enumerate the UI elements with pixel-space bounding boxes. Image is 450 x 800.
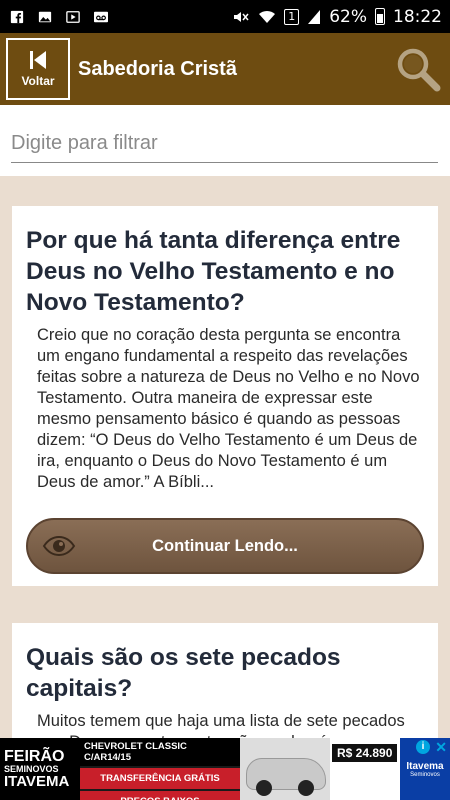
continue-reading-label: Continuar Lendo...	[152, 536, 298, 555]
article-title: Quais são os sete pecados capitais?	[26, 644, 341, 702]
app-bar: Voltar Sabedoria Cristã	[0, 33, 450, 105]
sim-icon: 1	[284, 8, 300, 25]
mute-icon	[234, 11, 249, 22]
facebook-icon	[10, 10, 24, 23]
ad-brand-line: FEIRÃO	[4, 748, 65, 765]
system-status: 1 62% 18:22	[232, 7, 442, 27]
ad-car-model: CHEVROLET CLASSIC C/AR14/15	[80, 738, 240, 766]
ad-car-image	[240, 738, 330, 800]
ad-dealer-sub: Seminovos	[410, 771, 440, 778]
play-store-icon	[66, 10, 80, 23]
ad-banner[interactable]: FEIRÃO SEMINOVOS ITAVEMA CHEVROLET CLASS…	[0, 738, 450, 800]
filter-area	[0, 105, 450, 176]
back-button-label: Voltar	[21, 74, 55, 88]
ad-dealer-name: Itavema	[406, 760, 444, 772]
notification-icons	[8, 10, 110, 24]
ad-price-area: R$ 24.890	[330, 738, 400, 800]
back-button[interactable]: Voltar	[6, 38, 70, 100]
status-bar: 1 62% 18:22	[0, 0, 450, 33]
article-card: Por que há tanta diferença entre Deus no…	[12, 206, 438, 586]
search-icon	[397, 48, 441, 92]
app-title: Sabedoria Cristã	[78, 57, 237, 80]
filter-input[interactable]	[11, 125, 438, 163]
continue-reading-button[interactable]: Continuar Lendo...	[26, 518, 424, 574]
article-title: Por que há tanta diferença entre Deus no…	[26, 227, 401, 316]
clock: 18:22	[393, 6, 442, 27]
ad-brand-line: ITAVEMA	[4, 773, 70, 790]
skip-back-icon	[30, 51, 46, 69]
ad-brand-logo: FEIRÃO SEMINOVOS ITAVEMA	[0, 738, 80, 800]
image-icon	[38, 11, 52, 22]
voicemail-icon	[94, 11, 108, 22]
article-excerpt: Creio que no coração desta pergunta se e…	[37, 326, 420, 491]
ad-offer: PREÇOS BAIXOS	[80, 791, 240, 800]
wifi-icon	[259, 10, 276, 23]
search-button[interactable]	[394, 45, 442, 93]
ad-price: R$ 24.890	[332, 744, 398, 762]
ad-info-icon[interactable]: i	[416, 740, 430, 754]
signal-icon	[308, 9, 321, 24]
battery-percent: 62%	[329, 6, 367, 27]
car-wheel	[298, 780, 314, 796]
ad-close-icon[interactable]: ✕	[435, 739, 447, 756]
ad-offer: TRANSFERÊNCIA GRÁTIS	[80, 768, 240, 789]
eye-icon	[42, 535, 76, 557]
ad-offer-panel: CHEVROLET CLASSIC C/AR14/15 TRANSFERÊNCI…	[80, 738, 240, 800]
battery-charging-icon	[375, 8, 385, 25]
car-wheel	[256, 780, 272, 796]
